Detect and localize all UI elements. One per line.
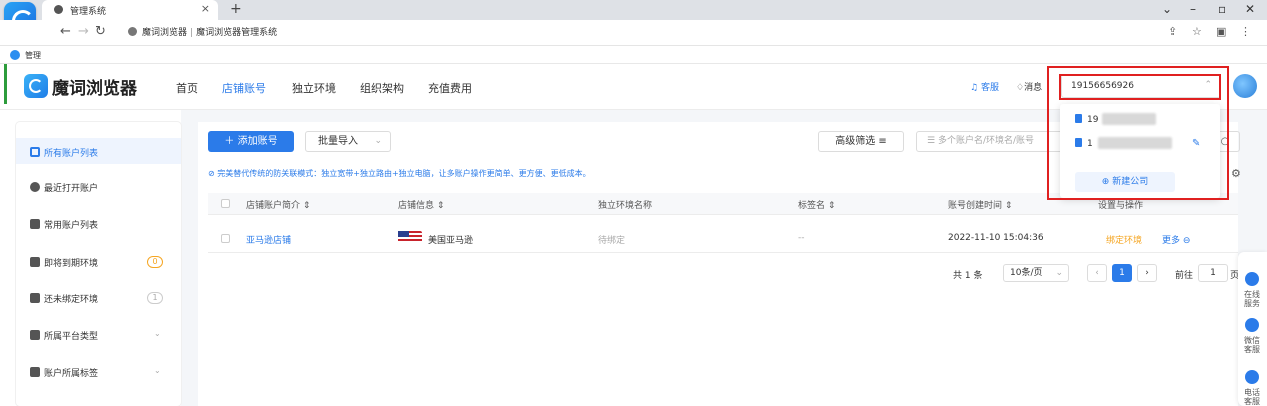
nav-environments[interactable]: 独立环境 (292, 80, 336, 96)
store-name-link[interactable]: 亚马逊店铺 (246, 233, 291, 246)
online-service-label[interactable]: 在线服务 (1241, 290, 1263, 308)
star-icon[interactable]: ☆ (1192, 25, 1202, 38)
clock-icon (30, 182, 40, 192)
restore-icon[interactable]: ▫ (1218, 2, 1226, 16)
check-circle-icon: ⊘ (208, 169, 215, 178)
browser-tab[interactable]: 管理系统 × (42, 0, 218, 20)
brand-name: 魔词浏览器 (52, 79, 137, 99)
more-link[interactable]: 更多 ⊖ (1162, 233, 1190, 246)
brand-logo-icon (24, 74, 48, 98)
sidebar-item-recent[interactable]: 最近打开账户 (30, 181, 98, 194)
close-icon[interactable]: ✕ (1245, 2, 1255, 16)
add-account-button[interactable]: ＋ 添加账号 (208, 131, 294, 152)
prev-page-button[interactable]: ‹ (1087, 264, 1107, 282)
th-tag[interactable]: 标签名 ⇕ (798, 198, 835, 211)
phone-service-label[interactable]: 电话客服 (1241, 388, 1263, 406)
share-icon[interactable]: ⇪ (1168, 25, 1177, 38)
avatar[interactable] (1233, 74, 1257, 98)
globe-icon (54, 5, 63, 14)
grid-icon (30, 147, 40, 157)
search-input[interactable]: ☰ 多个账户名/环境名/账号 (916, 131, 1066, 152)
row-checkbox[interactable] (221, 234, 230, 243)
address-bar[interactable]: 魔词浏览器 | 魔词浏览器管理系统 (142, 25, 277, 38)
us-flag-icon (398, 231, 422, 243)
chevron-down-icon[interactable]: ⌄ (154, 329, 161, 338)
phone-icon[interactable] (1245, 370, 1259, 384)
document-icon (30, 293, 40, 303)
next-page-button[interactable]: › (1137, 264, 1157, 282)
menu-icon[interactable]: ⋮ (1240, 25, 1251, 38)
support-link[interactable]: ♫ 客服 (970, 80, 999, 93)
filter-icon: ≡ (878, 136, 887, 147)
bookmarks-bar (0, 46, 1267, 64)
monitor-icon (30, 330, 40, 340)
nav-store-accounts[interactable]: 店铺账号 (222, 80, 266, 96)
chevron-down-icon[interactable]: ⌄ (154, 366, 161, 375)
created-time: 2022-11-10 15:04:36 (948, 233, 1044, 243)
headset-icon: ♫ (970, 83, 979, 93)
new-tab-icon[interactable]: + (230, 1, 242, 17)
env-status: 待绑定 (598, 236, 626, 246)
store-platform: 美国亚马逊 (428, 236, 474, 246)
chat-icon[interactable] (1245, 272, 1259, 286)
tab-close-icon[interactable]: × (201, 2, 210, 15)
bind-env-link[interactable]: 绑定环境 (1106, 233, 1142, 246)
bookmark-icon (10, 50, 20, 60)
sidebar-item-all-accounts[interactable]: 所有账户列表 (30, 146, 98, 159)
nav-billing[interactable]: 充值费用 (428, 80, 472, 96)
chevron-down-icon: ⌄ (1055, 268, 1063, 278)
forward-icon[interactable]: → (78, 24, 89, 39)
sidepanel-icon[interactable]: ▣ (1216, 25, 1226, 38)
address-prefix: 魔词浏览器 (142, 28, 188, 38)
goto-page-input[interactable]: 1 (1198, 264, 1228, 282)
nav-home[interactable]: 首页 (176, 80, 198, 96)
bookmark-item[interactable]: 管理 (25, 50, 41, 61)
expiring-count-badge: 0 (147, 256, 163, 268)
tag-value: -- (798, 233, 805, 243)
search-type-icon: ☰ (927, 136, 936, 146)
calendar-icon (30, 257, 40, 267)
chevron-down-icon[interactable]: ⌄ (1162, 2, 1172, 16)
sidebar-item-favorites[interactable]: 常用账户列表 (30, 218, 98, 231)
bulk-import-button[interactable]: 批量导入 ⌄ (305, 131, 391, 152)
message-link[interactable]: ♢消息 (1016, 80, 1042, 93)
select-all-checkbox[interactable] (221, 199, 230, 208)
wechat-service-label[interactable]: 微信客服 (1241, 336, 1263, 354)
plus-icon: ＋ (224, 136, 235, 147)
unbound-count-badge: 1 (147, 292, 163, 304)
indicator-bar (4, 64, 7, 104)
minimize-icon[interactable]: – (1190, 2, 1196, 16)
sidebar-item-expiring[interactable]: 即将到期环境 (30, 256, 98, 269)
page-size-select[interactable]: 10条/页 ⌄ (1003, 264, 1069, 282)
highlight-box (1059, 74, 1221, 100)
th-env-name: 独立环境名称 (598, 201, 653, 211)
address-title: 魔词浏览器管理系统 (196, 28, 278, 38)
th-store-intro[interactable]: 店铺账户简介 ⇕ (246, 198, 310, 211)
more-circle-icon: ⊖ (1182, 236, 1191, 246)
reload-icon[interactable]: ↻ (95, 24, 106, 39)
site-info-icon[interactable] (128, 27, 137, 36)
nav-organization[interactable]: 组织架构 (360, 80, 404, 96)
table-icon (30, 219, 40, 229)
tab-title: 管理系统 (70, 7, 107, 17)
wechat-icon[interactable] (1245, 318, 1259, 332)
goto-label: 前往 (1175, 271, 1194, 281)
sidebar-item-tags[interactable]: 账户所属标签 (30, 366, 98, 379)
advanced-filter-button[interactable]: 高级筛选 ≡ (818, 131, 904, 152)
bookmark-icon (30, 367, 40, 377)
page-number[interactable]: 1 (1112, 264, 1132, 282)
pager-total: 共 1 条 (953, 271, 983, 281)
back-icon[interactable]: ← (60, 24, 71, 39)
bell-icon: ♢ (1016, 83, 1025, 93)
chevron-down-icon: ⌄ (374, 136, 382, 146)
sidebar-item-platform-type[interactable]: 所属平台类型 (30, 329, 98, 342)
row-divider (208, 252, 1238, 253)
gear-icon[interactable]: ⚙ (1231, 167, 1241, 180)
th-store-info[interactable]: 店铺信息 ⇕ (398, 198, 444, 211)
th-created[interactable]: 账号创建时间 ⇕ (948, 198, 1012, 211)
notice-text: ⊘ 完美替代传统的防关联模式：独立宽带+独立路由+独立电脑，让多账户操作更简单、… (208, 169, 591, 178)
sidebar-item-unbound[interactable]: 还未绑定环境 (30, 292, 98, 305)
